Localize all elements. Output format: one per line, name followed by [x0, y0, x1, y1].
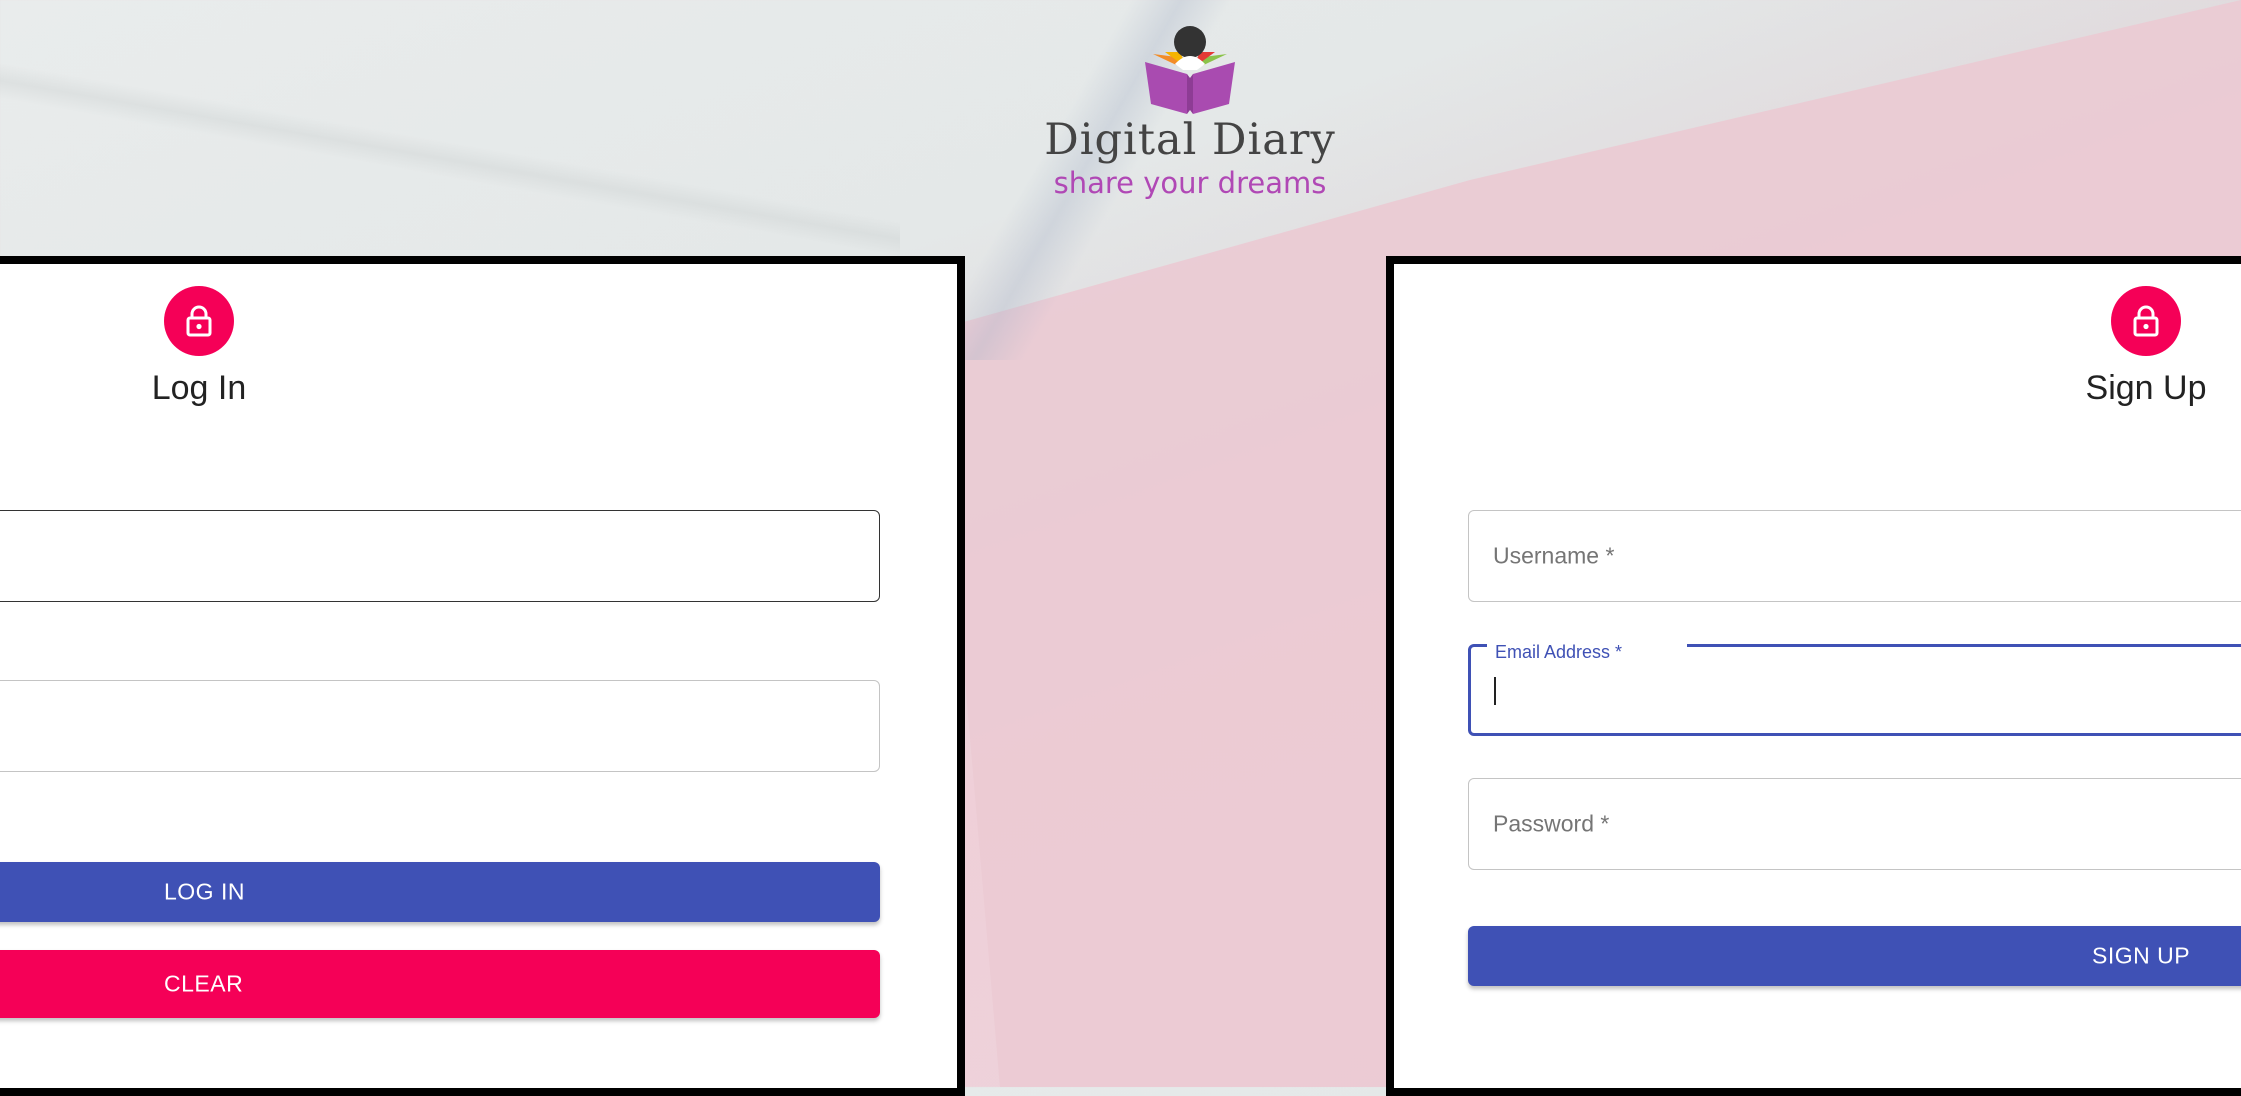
login-title: Log In	[151, 369, 247, 407]
login-username-field[interactable]	[0, 510, 880, 602]
signup-title: Sign Up	[2085, 369, 2207, 407]
login-avatar	[164, 286, 234, 356]
lock-icon	[2133, 305, 2159, 337]
signup-avatar	[2111, 286, 2181, 356]
signup-button-label: SIGN UP	[2092, 942, 2191, 969]
text-caret	[1494, 677, 1496, 705]
login-password-field[interactable]	[0, 680, 880, 772]
brand-logo: Digital Diary share your dreams	[1040, 22, 1340, 222]
login-password-input[interactable]	[0, 681, 879, 771]
brand-tagline: share your dreams	[1053, 166, 1327, 200]
brand-title: Digital Diary	[1044, 115, 1336, 165]
login-button-label: LOG IN	[164, 878, 245, 905]
login-username-input[interactable]	[0, 511, 879, 601]
signup-password-field[interactable]: Password *	[1468, 778, 2241, 870]
signup-password-input[interactable]	[1469, 779, 2241, 869]
background-vein	[0, 60, 900, 260]
signup-button[interactable]: SIGN UP	[1468, 926, 2241, 986]
login-panel: Log In LOG IN CLEAR	[0, 256, 965, 1096]
reader-on-book-icon	[1145, 26, 1235, 114]
signup-username-field[interactable]: Username *	[1468, 510, 2241, 602]
signup-email-field[interactable]: Email Address *	[1468, 642, 2241, 736]
lock-icon	[186, 305, 212, 337]
clear-button[interactable]: CLEAR	[0, 950, 880, 1018]
signup-panel: Sign Up Username * Email Address * Passw…	[1386, 256, 2241, 1096]
signup-username-input[interactable]	[1469, 511, 2241, 601]
login-button[interactable]: LOG IN	[0, 862, 880, 922]
signup-email-input[interactable]	[1471, 647, 2241, 733]
clear-button-label: CLEAR	[164, 970, 244, 997]
